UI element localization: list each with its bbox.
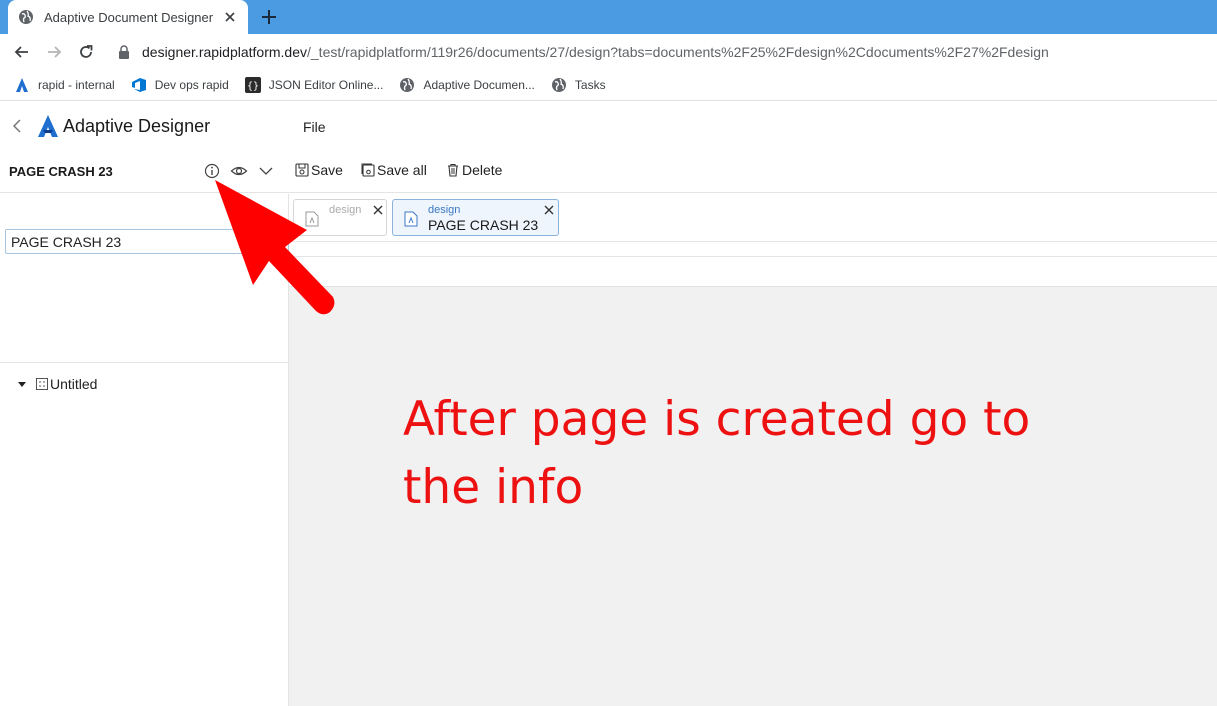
design-file-icon — [404, 211, 418, 227]
address-bar: designer.rapidplatform.dev/_test/rapidpl… — [0, 34, 1217, 69]
save-all-icon — [361, 163, 375, 177]
bookmark-label: Adaptive Documen... — [423, 77, 535, 92]
editor-subbar — [289, 242, 1217, 257]
back-arrow-icon[interactable] — [12, 42, 32, 62]
reload-icon[interactable] — [76, 42, 96, 62]
globe-icon — [400, 77, 415, 92]
save-all-button[interactable]: Save all — [361, 162, 427, 178]
document-toolbar: PAGE CRASH 23 Save Save all Delete — [0, 150, 1217, 193]
tab-name: PAGE CRASH 23 — [428, 217, 539, 233]
delete-label: Delete — [462, 162, 503, 178]
rapid-logo-icon — [16, 77, 28, 92]
bookmark-adaptive-documents[interactable]: Adaptive Documen... — [399, 77, 535, 93]
bookmark-rapid-internal[interactable]: rapid - internal — [14, 77, 115, 93]
azure-devops-icon — [131, 77, 146, 92]
sidebar-divider — [0, 362, 289, 363]
bookmarks-bar: rapid - internal Dev ops rapid {} JSON E… — [0, 69, 1217, 101]
save-all-label: Save all — [377, 162, 427, 178]
url-field[interactable]: designer.rapidplatform.dev/_test/rapidpl… — [108, 38, 1213, 66]
editor-ruler — [289, 257, 1217, 287]
browser-tabstrip: Adaptive Document Designer — [0, 0, 1217, 34]
url-path: /_test/rapidplatform/119r26/documents/27… — [307, 44, 1049, 60]
adaptive-logo-icon — [38, 115, 58, 137]
menu-file[interactable]: File — [303, 119, 326, 135]
bookmark-label: JSON Editor Online... — [268, 77, 384, 92]
lock-icon — [119, 45, 129, 59]
document-name: PAGE CRASH 23 — [9, 164, 113, 179]
document-tab-page-crash-23[interactable]: design PAGE CRASH 23 — [392, 199, 559, 236]
app-title: Adaptive Designer — [63, 116, 211, 136]
bookmark-tasks[interactable]: Tasks — [551, 77, 606, 93]
bookmark-json-editor[interactable]: {} JSON Editor Online... — [244, 76, 384, 93]
bookmark-dev-ops-rapid[interactable]: Dev ops rapid — [131, 77, 229, 93]
json-braces-icon: {} — [244, 76, 261, 93]
globe-icon — [19, 10, 33, 24]
page-grid-icon — [36, 378, 48, 390]
delete-button[interactable]: Delete — [446, 162, 502, 178]
svg-text:{}: {} — [247, 81, 259, 92]
bookmark-label: Dev ops rapid — [154, 77, 229, 92]
chevron-left-icon[interactable] — [10, 118, 24, 134]
bookmark-label: Tasks — [574, 77, 606, 92]
new-tab-icon[interactable] — [258, 6, 280, 28]
close-tab-icon[interactable] — [544, 205, 554, 215]
bookmark-label: rapid - internal — [38, 77, 115, 92]
trash-icon — [448, 163, 458, 177]
app-header: Adaptive Designer File — [0, 102, 1217, 150]
document-tabs: design design PAGE CRASH 23 — [289, 194, 1217, 242]
caret-down-icon[interactable] — [16, 378, 28, 390]
browser-tab[interactable]: Adaptive Document Designer — [8, 0, 248, 34]
tab-subtitle: design — [428, 204, 461, 216]
globe-icon — [551, 77, 566, 92]
tree-node-untitled[interactable]: Untitled — [16, 376, 97, 392]
close-tab-icon[interactable] — [373, 205, 383, 215]
forward-arrow-icon[interactable] — [44, 42, 64, 62]
browser-tab-title: Adaptive Document Designer — [44, 9, 214, 25]
red-arrow-annotation — [215, 180, 335, 315]
annotation-text: After page is created go to the info — [403, 392, 1031, 515]
url-host: designer.rapidplatform.dev — [142, 44, 307, 60]
tree-node-label: Untitled — [50, 376, 98, 392]
close-tab-icon[interactable] — [222, 9, 238, 25]
